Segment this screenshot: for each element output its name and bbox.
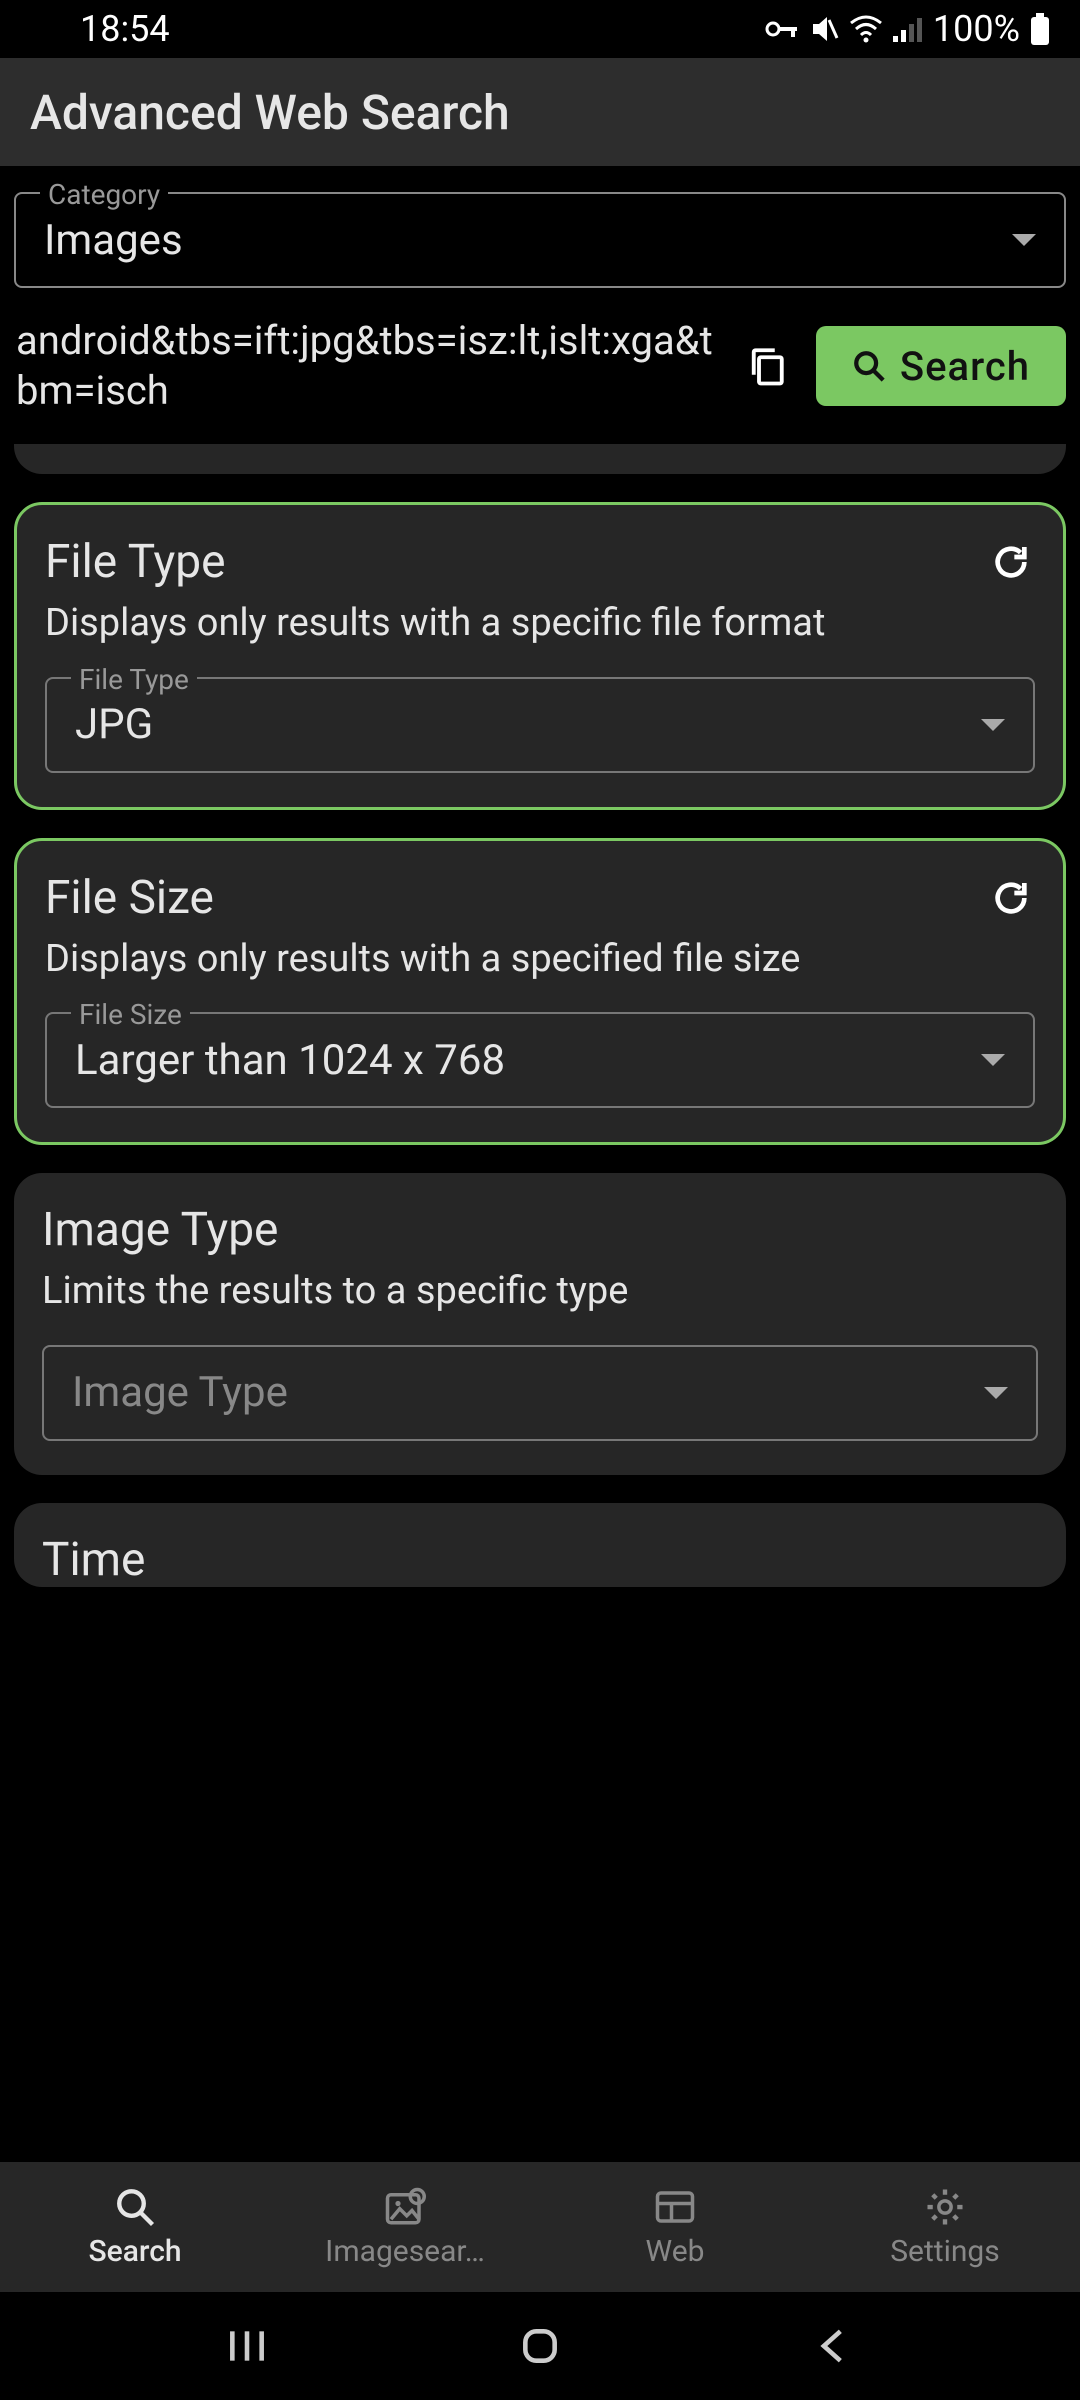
file-size-select-label: File Size <box>71 998 190 1031</box>
copy-icon <box>745 345 787 387</box>
file-size-select[interactable]: File Size Larger than 1024 x 768 <box>45 1012 1035 1108</box>
app-bar: Advanced Web Search <box>0 58 1080 166</box>
vpn-key-icon <box>765 19 799 39</box>
category-select[interactable]: Category Images <box>14 192 1066 288</box>
file-size-reset-button[interactable] <box>987 874 1035 922</box>
file-type-select[interactable]: File Type JPG <box>45 677 1035 773</box>
page-title: Advanced Web Search <box>30 84 510 141</box>
back-icon <box>811 2324 855 2368</box>
home-icon <box>518 2324 562 2368</box>
chevron-down-icon <box>981 719 1005 731</box>
file-type-select-label: File Type <box>71 663 197 696</box>
nav-imagesearch-label: Imagesear… <box>325 2234 485 2269</box>
category-label: Category <box>40 178 168 211</box>
status-battery-text: 100% <box>933 8 1020 50</box>
content-area: Category Images android&tbs=ift:jpg&tbs=… <box>0 166 1080 2162</box>
battery-icon <box>1030 13 1050 45</box>
chevron-down-icon <box>981 1054 1005 1066</box>
status-bar: 18:54 100% <box>0 0 1080 58</box>
file-size-select-value: Larger than 1024 x 768 <box>75 1036 981 1085</box>
refresh-icon <box>991 878 1031 918</box>
nav-web-label: Web <box>646 2234 705 2269</box>
nav-search-label: Search <box>88 2234 181 2269</box>
query-row: android&tbs=ift:jpg&tbs=isz:lt,islt:xga&… <box>14 306 1066 426</box>
bottom-nav: Search Imagesear… Web Settings <box>0 2162 1080 2292</box>
mute-vibrate-icon <box>809 14 839 44</box>
refresh-icon <box>991 542 1031 582</box>
search-button-label: Search <box>900 343 1030 390</box>
file-size-card: File Size Displays only results with a s… <box>14 838 1066 1146</box>
file-type-reset-button[interactable] <box>987 538 1035 586</box>
sys-recents-button[interactable] <box>217 2316 277 2376</box>
sys-home-button[interactable] <box>510 2316 570 2376</box>
chevron-down-icon <box>984 1387 1008 1399</box>
sys-back-button[interactable] <box>803 2316 863 2376</box>
system-nav <box>0 2292 1080 2400</box>
file-type-title: File Type <box>45 535 226 589</box>
nav-search[interactable]: Search <box>0 2162 270 2292</box>
signal-icon <box>893 16 923 42</box>
time-card: Time <box>14 1503 1066 1587</box>
gear-icon <box>924 2186 966 2228</box>
image-type-desc: Limits the results to a specific type <box>42 1269 1038 1315</box>
file-size-desc: Displays only results with a specified f… <box>45 937 1035 983</box>
chevron-down-icon <box>1012 234 1036 246</box>
nav-settings[interactable]: Settings <box>810 2162 1080 2292</box>
search-button[interactable]: Search <box>816 326 1066 406</box>
nav-imagesearch[interactable]: Imagesear… <box>270 2162 540 2292</box>
recents-icon <box>225 2324 269 2368</box>
image-search-icon <box>384 2186 426 2228</box>
nav-settings-label: Settings <box>890 2234 1000 2269</box>
file-type-select-value: JPG <box>75 700 981 749</box>
wifi-icon <box>849 15 883 43</box>
web-icon <box>654 2186 696 2228</box>
image-type-placeholder: Image Type <box>72 1368 984 1417</box>
status-time: 18:54 <box>80 8 170 50</box>
time-title: Time <box>42 1533 145 1587</box>
file-type-card: File Type Displays only results with a s… <box>14 502 1066 810</box>
query-text: android&tbs=ift:jpg&tbs=isz:lt,islt:xga&… <box>14 316 716 416</box>
image-type-select[interactable]: Image Type <box>42 1345 1038 1441</box>
category-select-wrap: Category Images <box>14 166 1066 306</box>
search-icon <box>114 2186 156 2228</box>
category-value: Images <box>44 216 1012 265</box>
previous-card-peek <box>14 444 1066 474</box>
image-type-title: Image Type <box>42 1203 278 1257</box>
nav-web[interactable]: Web <box>540 2162 810 2292</box>
file-size-title: File Size <box>45 871 214 925</box>
file-type-desc: Displays only results with a specific fi… <box>45 601 1035 647</box>
copy-button[interactable] <box>736 336 796 396</box>
search-icon <box>852 349 886 383</box>
image-type-card: Image Type Limits the results to a speci… <box>14 1173 1066 1475</box>
status-icons: 100% <box>765 8 1050 50</box>
